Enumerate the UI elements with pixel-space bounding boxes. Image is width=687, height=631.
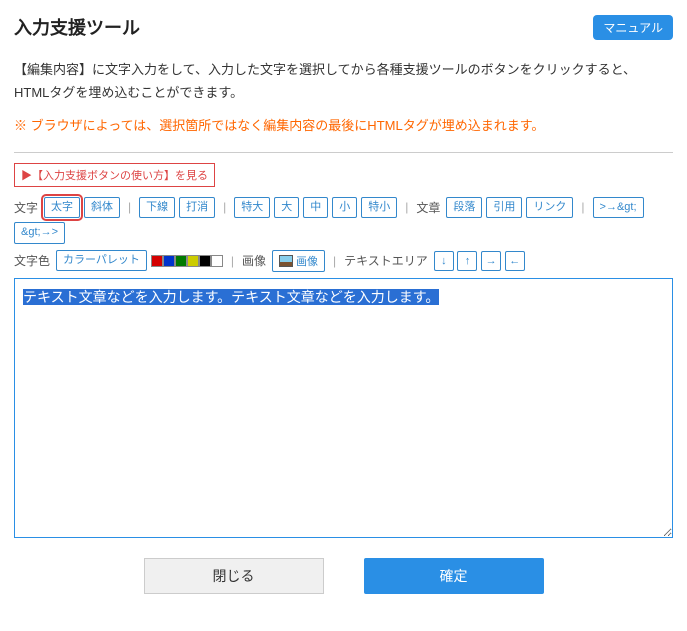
- large-button[interactable]: 大: [274, 197, 299, 218]
- xlarge-button[interactable]: 特大: [234, 197, 270, 218]
- color-swatch[interactable]: [163, 255, 175, 267]
- help-link[interactable]: ▶【入力支援ボタンの使い方】を見る: [14, 163, 215, 187]
- color-palette-button[interactable]: カラーパレット: [56, 250, 147, 271]
- textarea-arrow-button[interactable]: ↑: [457, 251, 477, 271]
- link-button[interactable]: リンク: [526, 197, 573, 218]
- footer-buttons: 閉じる 確定: [14, 558, 673, 594]
- label-color: 文字色: [14, 252, 50, 269]
- strike-button[interactable]: 打消: [179, 197, 215, 218]
- color-swatches: [151, 255, 223, 267]
- editor-textarea[interactable]: テキスト文章などを入力します。テキスト文章などを入力します。: [14, 278, 673, 538]
- confirm-button[interactable]: 確定: [364, 558, 544, 594]
- toolbar-row-1: 文字 太字 斜体 | 下線 打消 | 特大 大 中 小 特小 | 文章 段落 引…: [14, 197, 673, 244]
- image-button[interactable]: 画像: [272, 250, 325, 272]
- color-swatch[interactable]: [199, 255, 211, 267]
- close-button[interactable]: 閉じる: [144, 558, 324, 594]
- separator: |: [223, 200, 226, 214]
- quote-button[interactable]: 引用: [486, 197, 522, 218]
- color-swatch[interactable]: [151, 255, 163, 267]
- label-moji: 文字: [14, 199, 38, 216]
- separator: |: [231, 254, 234, 268]
- image-icon: [279, 255, 293, 267]
- toolbar-row-2: 文字色 カラーパレット | 画像 画像 | テキストエリア ↓ ↑ → ←: [14, 250, 673, 272]
- label-textarea: テキストエリア: [344, 252, 428, 269]
- color-swatch[interactable]: [187, 255, 199, 267]
- divider: [14, 152, 673, 153]
- medium-button[interactable]: 中: [303, 197, 328, 218]
- separator: |: [128, 200, 131, 214]
- selected-text: テキスト文章などを入力します。テキスト文章などを入力します。: [23, 289, 439, 305]
- small-button[interactable]: 小: [332, 197, 357, 218]
- textarea-arrow-button[interactable]: →: [481, 251, 501, 271]
- separator: |: [333, 254, 336, 268]
- page-title: 入力支援ツール: [14, 14, 140, 40]
- gt-encode-button[interactable]: >→&gt;: [593, 197, 644, 218]
- image-button-label: 画像: [296, 253, 318, 269]
- separator: |: [405, 200, 408, 214]
- warning-text: ※ ブラウザによっては、選択箇所ではなく編集内容の最後にHTMLタグが埋め込まれ…: [14, 115, 673, 134]
- manual-button[interactable]: マニュアル: [593, 15, 673, 40]
- description-text: 【編集内容】に文字入力をして、入力した文字を選択してから各種支援ツールのボタンを…: [14, 58, 673, 105]
- separator: |: [581, 200, 584, 214]
- gt-decode-button[interactable]: &gt;→>: [14, 222, 65, 243]
- xsmall-button[interactable]: 特小: [361, 197, 397, 218]
- color-swatch[interactable]: [175, 255, 187, 267]
- label-image: 画像: [242, 252, 266, 269]
- textarea-arrow-button[interactable]: ↓: [434, 251, 454, 271]
- underline-button[interactable]: 下線: [139, 197, 175, 218]
- paragraph-button[interactable]: 段落: [446, 197, 482, 218]
- label-bunsho: 文章: [416, 199, 440, 216]
- bold-button[interactable]: 太字: [44, 197, 80, 218]
- italic-button[interactable]: 斜体: [84, 197, 120, 218]
- textarea-arrow-button[interactable]: ←: [505, 251, 525, 271]
- color-swatch[interactable]: [211, 255, 223, 267]
